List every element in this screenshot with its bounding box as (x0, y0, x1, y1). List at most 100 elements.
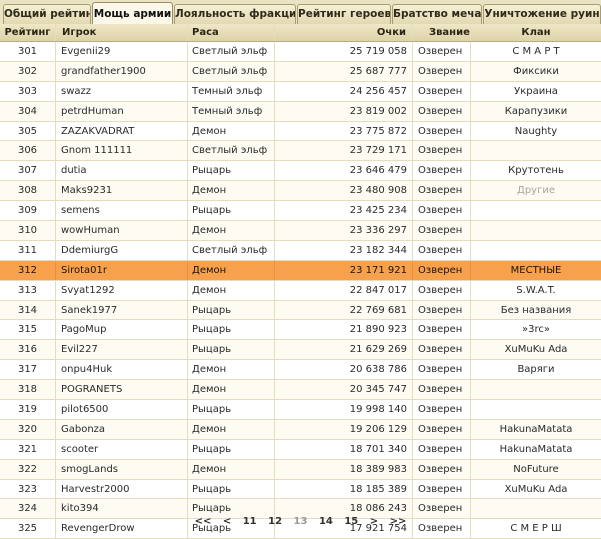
clan-name-link[interactable]: Naughty (471, 122, 601, 141)
clan-name-link[interactable]: S.W.A.T. (471, 281, 601, 300)
pager-page-link[interactable]: 12 (268, 514, 282, 530)
player-name-link[interactable]: swazz (56, 81, 188, 101)
points-cell: 18 185 389 (275, 479, 413, 499)
pager-last-link[interactable]: >> (390, 514, 407, 530)
tab-army-power[interactable]: Мощь армии (92, 2, 173, 26)
player-name-link[interactable]: DdemiurgG (56, 240, 188, 260)
player-name-link[interactable]: ZAZAKVADRAT (56, 121, 188, 141)
pager-current-page: 13 (293, 516, 308, 527)
clan-name-link (471, 241, 601, 260)
tab-faction-loyalty[interactable]: Лояльность фракции (174, 4, 296, 24)
points-cell: 23 425 234 (275, 201, 413, 221)
player-name-link[interactable]: Evgenii29 (56, 42, 188, 61)
pager-first-link[interactable]: << (195, 514, 212, 530)
race-cell: Светлый эльф (188, 240, 275, 260)
column-header-points[interactable]: Очки (275, 24, 413, 41)
pager-next-link[interactable]: > (370, 514, 378, 530)
race-cell: Рыцарь (188, 161, 275, 181)
rank-title-cell: Озверен (413, 340, 471, 360)
race-cell: Демон (188, 181, 275, 201)
column-header-rank[interactable]: Рейтинг (0, 24, 56, 41)
race-cell: Темный эльф (188, 81, 275, 101)
clan-name-link[interactable]: Карапузики (471, 102, 601, 121)
player-name-link[interactable]: Maks9231 (56, 181, 188, 201)
rank-title-cell: Озверен (413, 380, 471, 400)
rank-cell: 305 (0, 121, 56, 141)
player-name-link[interactable]: smogLands (56, 459, 188, 479)
player-name-link[interactable]: pilot6500 (56, 400, 188, 419)
rank-cell: 320 (0, 419, 56, 439)
table-row: 304 petrdHuman Темный эльф 23 819 002 Озвере… (0, 101, 601, 122)
player-name-link[interactable]: onpu4Huk (56, 360, 188, 380)
column-header-title[interactable]: Звание (413, 24, 471, 41)
rank-cell: 321 (0, 439, 56, 459)
pager-page-link[interactable]: 15 (344, 514, 358, 530)
player-name-link[interactable]: Svyat1292 (56, 280, 188, 300)
race-cell: Рыцарь (188, 300, 275, 320)
table-header: Рейтинг Игрок Раса Очки Звание Клан (0, 24, 601, 42)
table-row: 301 Evgenii29 Светлый эльф 25 719 058 Озвере… (0, 42, 601, 62)
tab-ruins-destruction[interactable]: Уничтожение руин (483, 4, 601, 24)
player-name-link[interactable]: Evil227 (56, 340, 188, 360)
clan-name-link[interactable]: Крутотень (471, 161, 601, 180)
tab-general-rating[interactable]: Общий рейтинг (3, 4, 91, 24)
pager-prev-link[interactable]: < (223, 514, 231, 530)
clan-name-link[interactable]: Украина (471, 82, 601, 101)
player-name-link[interactable]: semens (56, 201, 188, 221)
points-cell: 18 701 340 (275, 439, 413, 459)
points-cell: 20 638 786 (275, 360, 413, 380)
points-cell: 23 819 002 (275, 101, 413, 121)
player-name-link[interactable]: scooter (56, 439, 188, 459)
rank-title-cell: Озверен (413, 419, 471, 439)
table-row: 320 Gabonza Демон 19 206 129 Озверен HakunaMa… (0, 419, 601, 440)
clan-name-link[interactable]: Фиксики (471, 62, 601, 81)
tab-sword-brotherhood[interactable]: Братство меча (392, 4, 482, 24)
player-name-link[interactable]: Gabonza (56, 419, 188, 439)
rank-title-cell: Озверен (413, 121, 471, 141)
clan-name-link[interactable]: »3rc» (471, 320, 601, 339)
player-name-link[interactable]: Gnom 111111 (56, 141, 188, 161)
race-cell: Рыцарь (188, 439, 275, 459)
race-cell: Демон (188, 260, 275, 280)
clan-name-link[interactable]: NoFuture (471, 460, 601, 479)
rank-title-cell: Озверен (413, 201, 471, 221)
clan-name-link[interactable]: Другие (471, 181, 601, 200)
rank-cell: 306 (0, 141, 56, 161)
rank-cell: 301 (0, 42, 56, 61)
clan-name-link[interactable]: XuMuKu Ada (471, 480, 601, 499)
clan-name-link[interactable]: МЕСТНЫЕ (471, 261, 601, 280)
pager-page-link[interactable]: 14 (319, 514, 333, 530)
points-cell: 18 389 983 (275, 459, 413, 479)
rank-title-cell: Озверен (413, 240, 471, 260)
player-name-link[interactable]: POGRANETS (56, 380, 188, 400)
clan-name-link[interactable]: HakunaMatata (471, 440, 601, 459)
column-header-clan[interactable]: Клан (471, 24, 601, 41)
tab-hero-rating[interactable]: Рейтинг героев (297, 4, 391, 24)
pager-page-link[interactable]: 11 (243, 514, 257, 530)
player-name-link[interactable]: Sanek1977 (56, 300, 188, 320)
clan-name-link[interactable]: Варяги (471, 360, 601, 379)
column-header-race[interactable]: Раса (188, 24, 275, 41)
player-name-link[interactable]: Harvestr2000 (56, 479, 188, 499)
table-row-selected: 312 Sirota01r Демон 23 171 921 Озверен МЕСТНЫ… (0, 260, 601, 281)
points-cell: 21 629 269 (275, 340, 413, 360)
clan-name-link[interactable]: XuMuKu Ada (471, 340, 601, 359)
rank-cell: 308 (0, 181, 56, 201)
player-name-link[interactable]: wowHuman (56, 221, 188, 240)
clan-name-link[interactable]: HakunaMatata (471, 420, 601, 439)
player-name-link[interactable]: dutia (56, 161, 188, 181)
player-name-link[interactable]: PagoMup (56, 320, 188, 340)
rank-title-cell: Озверен (413, 181, 471, 201)
points-cell: 23 646 479 (275, 161, 413, 181)
clan-name-link[interactable]: Без названия (471, 301, 601, 320)
rank-title-cell: Озверен (413, 300, 471, 320)
race-cell: Темный эльф (188, 101, 275, 121)
pagination: << < 11 12 13 14 15 > >> (0, 514, 601, 527)
column-header-player[interactable]: Игрок (56, 24, 188, 41)
rank-title-cell: Озверен (413, 459, 471, 479)
clan-name-link[interactable]: С М А Р Т (471, 42, 601, 61)
player-name-link[interactable]: grandfather1900 (56, 61, 188, 81)
player-name-link[interactable]: petrdHuman (56, 101, 188, 121)
player-name-link[interactable]: Sirota01r (56, 260, 188, 280)
points-cell: 21 890 923 (275, 320, 413, 340)
